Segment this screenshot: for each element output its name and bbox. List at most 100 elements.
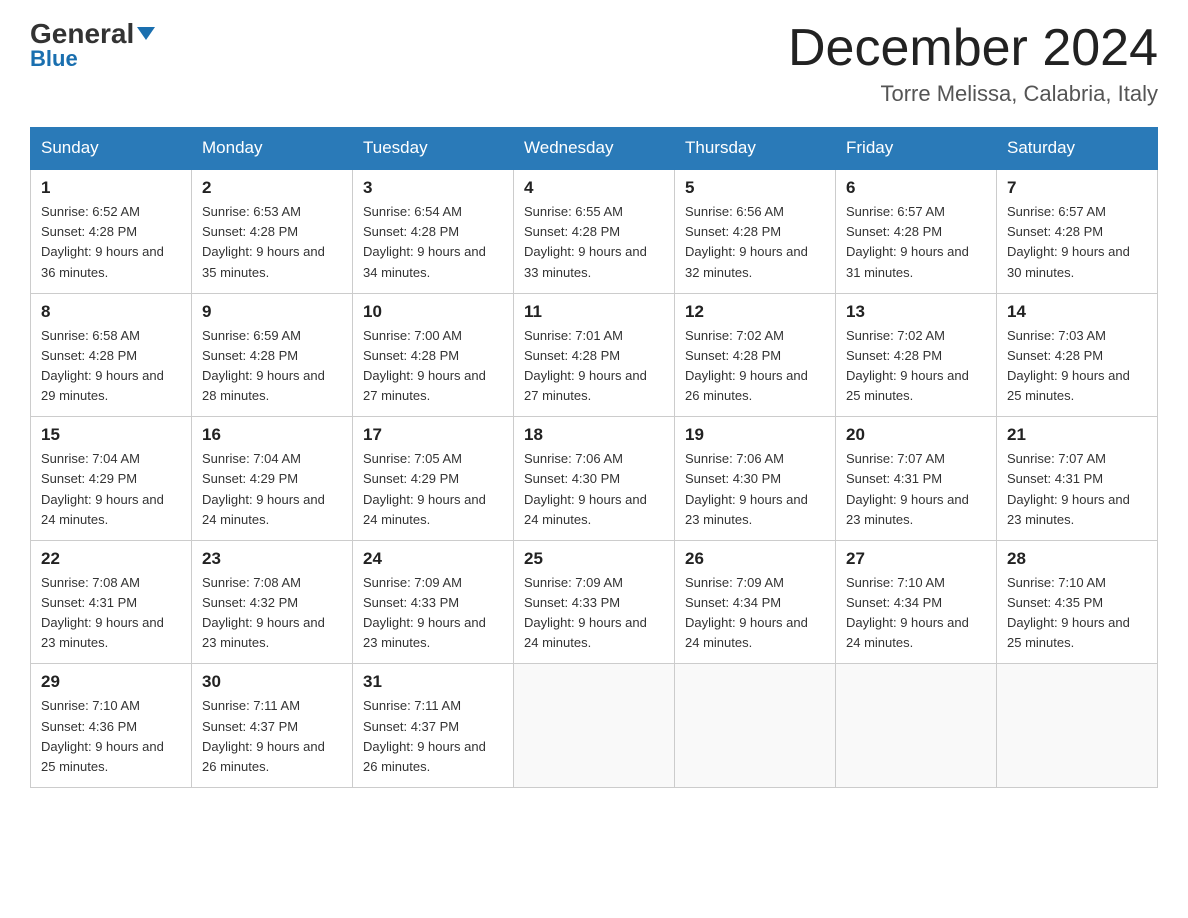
day-info: Sunrise: 7:02 AMSunset: 4:28 PMDaylight:… [685, 326, 825, 407]
calendar-day-cell: 5 Sunrise: 6:56 AMSunset: 4:28 PMDaylight… [675, 169, 836, 293]
day-info: Sunrise: 6:59 AMSunset: 4:28 PMDaylight:… [202, 326, 342, 407]
calendar-table: SundayMondayTuesdayWednesdayThursdayFrid… [30, 127, 1158, 788]
day-number: 19 [685, 425, 825, 445]
day-info: Sunrise: 7:04 AMSunset: 4:29 PMDaylight:… [41, 449, 181, 530]
calendar-day-cell [997, 664, 1158, 788]
calendar-day-cell: 27Sunrise: 7:10 AMSunset: 4:34 PMDayligh… [836, 540, 997, 664]
day-number: 3 [363, 178, 503, 198]
day-number: 14 [1007, 302, 1147, 322]
day-number: 24 [363, 549, 503, 569]
day-number: 12 [685, 302, 825, 322]
day-info: Sunrise: 7:06 AMSunset: 4:30 PMDaylight:… [685, 449, 825, 530]
day-number: 21 [1007, 425, 1147, 445]
day-number: 22 [41, 549, 181, 569]
day-info: Sunrise: 7:03 AMSunset: 4:28 PMDaylight:… [1007, 326, 1147, 407]
calendar-day-cell: 28 Sunrise: 7:10 AMSunset: 4:35 PMDayligh… [997, 540, 1158, 664]
calendar-week-row: 8 Sunrise: 6:58 AMSunset: 4:28 PMDaylight… [31, 293, 1158, 417]
calendar-day-cell: 14 Sunrise: 7:03 AMSunset: 4:28 PMDayligh… [997, 293, 1158, 417]
day-number: 15 [41, 425, 181, 445]
page-header: General Blue December 2024 Torre Melissa… [30, 20, 1158, 107]
calendar-week-row: 29Sunrise: 7:10 AMSunset: 4:36 PMDayligh… [31, 664, 1158, 788]
calendar-day-cell: 13 Sunrise: 7:02 AMSunset: 4:28 PMDayligh… [836, 293, 997, 417]
day-info: Sunrise: 7:06 AMSunset: 4:30 PMDaylight:… [524, 449, 664, 530]
logo-blue: Blue [30, 46, 78, 72]
day-info: Sunrise: 7:01 AMSunset: 4:28 PMDaylight:… [524, 326, 664, 407]
day-number: 1 [41, 178, 181, 198]
day-info: Sunrise: 6:57 AMSunset: 4:28 PMDaylight:… [846, 202, 986, 283]
calendar-day-cell: 20Sunrise: 7:07 AMSunset: 4:31 PMDayligh… [836, 417, 997, 541]
day-number: 27 [846, 549, 986, 569]
calendar-body: 1 Sunrise: 6:52 AMSunset: 4:28 PMDaylight… [31, 169, 1158, 787]
day-number: 23 [202, 549, 342, 569]
day-number: 9 [202, 302, 342, 322]
logo: General Blue [30, 20, 155, 72]
day-header-tuesday: Tuesday [353, 128, 514, 170]
day-info: Sunrise: 7:07 AMSunset: 4:31 PMDaylight:… [1007, 449, 1147, 530]
day-info: Sunrise: 6:55 AMSunset: 4:28 PMDaylight:… [524, 202, 664, 283]
day-number: 17 [363, 425, 503, 445]
day-number: 28 [1007, 549, 1147, 569]
location-subtitle: Torre Melissa, Calabria, Italy [788, 81, 1158, 107]
day-number: 26 [685, 549, 825, 569]
calendar-day-cell: 10 Sunrise: 7:00 AMSunset: 4:28 PMDayligh… [353, 293, 514, 417]
calendar-day-cell: 16 Sunrise: 7:04 AMSunset: 4:29 PMDayligh… [192, 417, 353, 541]
day-info: Sunrise: 6:53 AMSunset: 4:28 PMDaylight:… [202, 202, 342, 283]
day-info: Sunrise: 7:09 AMSunset: 4:34 PMDaylight:… [685, 573, 825, 654]
day-info: Sunrise: 6:54 AMSunset: 4:28 PMDaylight:… [363, 202, 503, 283]
calendar-day-cell: 29Sunrise: 7:10 AMSunset: 4:36 PMDayligh… [31, 664, 192, 788]
day-number: 30 [202, 672, 342, 692]
day-number: 4 [524, 178, 664, 198]
day-header-monday: Monday [192, 128, 353, 170]
calendar-day-cell: 24 Sunrise: 7:09 AMSunset: 4:33 PMDayligh… [353, 540, 514, 664]
day-header-saturday: Saturday [997, 128, 1158, 170]
day-info: Sunrise: 7:09 AMSunset: 4:33 PMDaylight:… [363, 573, 503, 654]
calendar-day-cell: 23 Sunrise: 7:08 AMSunset: 4:32 PMDayligh… [192, 540, 353, 664]
day-number: 7 [1007, 178, 1147, 198]
calendar-day-cell: 9 Sunrise: 6:59 AMSunset: 4:28 PMDaylight… [192, 293, 353, 417]
day-number: 13 [846, 302, 986, 322]
day-header-friday: Friday [836, 128, 997, 170]
day-number: 2 [202, 178, 342, 198]
calendar-week-row: 22 Sunrise: 7:08 AMSunset: 4:31 PMDayligh… [31, 540, 1158, 664]
calendar-day-cell: 12 Sunrise: 7:02 AMSunset: 4:28 PMDayligh… [675, 293, 836, 417]
day-info: Sunrise: 6:52 AMSunset: 4:28 PMDaylight:… [41, 202, 181, 283]
day-info: Sunrise: 7:10 AMSunset: 4:35 PMDaylight:… [1007, 573, 1147, 654]
day-number: 31 [363, 672, 503, 692]
calendar-day-cell: 1 Sunrise: 6:52 AMSunset: 4:28 PMDaylight… [31, 169, 192, 293]
calendar-day-cell: 7 Sunrise: 6:57 AMSunset: 4:28 PMDaylight… [997, 169, 1158, 293]
day-info: Sunrise: 6:57 AMSunset: 4:28 PMDaylight:… [1007, 202, 1147, 283]
calendar-day-cell: 30Sunrise: 7:11 AMSunset: 4:37 PMDayligh… [192, 664, 353, 788]
calendar-day-cell: 19 Sunrise: 7:06 AMSunset: 4:30 PMDayligh… [675, 417, 836, 541]
calendar-day-cell: 26 Sunrise: 7:09 AMSunset: 4:34 PMDayligh… [675, 540, 836, 664]
day-number: 16 [202, 425, 342, 445]
day-number: 5 [685, 178, 825, 198]
calendar-day-cell: 15 Sunrise: 7:04 AMSunset: 4:29 PMDayligh… [31, 417, 192, 541]
calendar-day-cell: 4 Sunrise: 6:55 AMSunset: 4:28 PMDaylight… [514, 169, 675, 293]
day-number: 25 [524, 549, 664, 569]
calendar-day-cell: 18Sunrise: 7:06 AMSunset: 4:30 PMDayligh… [514, 417, 675, 541]
day-info: Sunrise: 7:10 AMSunset: 4:36 PMDaylight:… [41, 696, 181, 777]
day-info: Sunrise: 6:56 AMSunset: 4:28 PMDaylight:… [685, 202, 825, 283]
calendar-header-row: SundayMondayTuesdayWednesdayThursdayFrid… [31, 128, 1158, 170]
day-info: Sunrise: 7:08 AMSunset: 4:31 PMDaylight:… [41, 573, 181, 654]
day-number: 10 [363, 302, 503, 322]
day-info: Sunrise: 6:58 AMSunset: 4:28 PMDaylight:… [41, 326, 181, 407]
calendar-day-cell: 3 Sunrise: 6:54 AMSunset: 4:28 PMDaylight… [353, 169, 514, 293]
calendar-day-cell: 17 Sunrise: 7:05 AMSunset: 4:29 PMDayligh… [353, 417, 514, 541]
day-info: Sunrise: 7:04 AMSunset: 4:29 PMDaylight:… [202, 449, 342, 530]
calendar-day-cell [514, 664, 675, 788]
calendar-day-cell: 22 Sunrise: 7:08 AMSunset: 4:31 PMDayligh… [31, 540, 192, 664]
calendar-day-cell [836, 664, 997, 788]
calendar-day-cell: 6 Sunrise: 6:57 AMSunset: 4:28 PMDaylight… [836, 169, 997, 293]
day-info: Sunrise: 7:08 AMSunset: 4:32 PMDaylight:… [202, 573, 342, 654]
title-block: December 2024 Torre Melissa, Calabria, I… [788, 20, 1158, 107]
month-title: December 2024 [788, 20, 1158, 77]
calendar-day-cell: 11Sunrise: 7:01 AMSunset: 4:28 PMDayligh… [514, 293, 675, 417]
day-number: 6 [846, 178, 986, 198]
day-info: Sunrise: 7:11 AMSunset: 4:37 PMDaylight:… [363, 696, 503, 777]
calendar-day-cell: 8 Sunrise: 6:58 AMSunset: 4:28 PMDaylight… [31, 293, 192, 417]
day-info: Sunrise: 7:05 AMSunset: 4:29 PMDaylight:… [363, 449, 503, 530]
day-info: Sunrise: 7:00 AMSunset: 4:28 PMDaylight:… [363, 326, 503, 407]
day-info: Sunrise: 7:02 AMSunset: 4:28 PMDaylight:… [846, 326, 986, 407]
day-number: 8 [41, 302, 181, 322]
